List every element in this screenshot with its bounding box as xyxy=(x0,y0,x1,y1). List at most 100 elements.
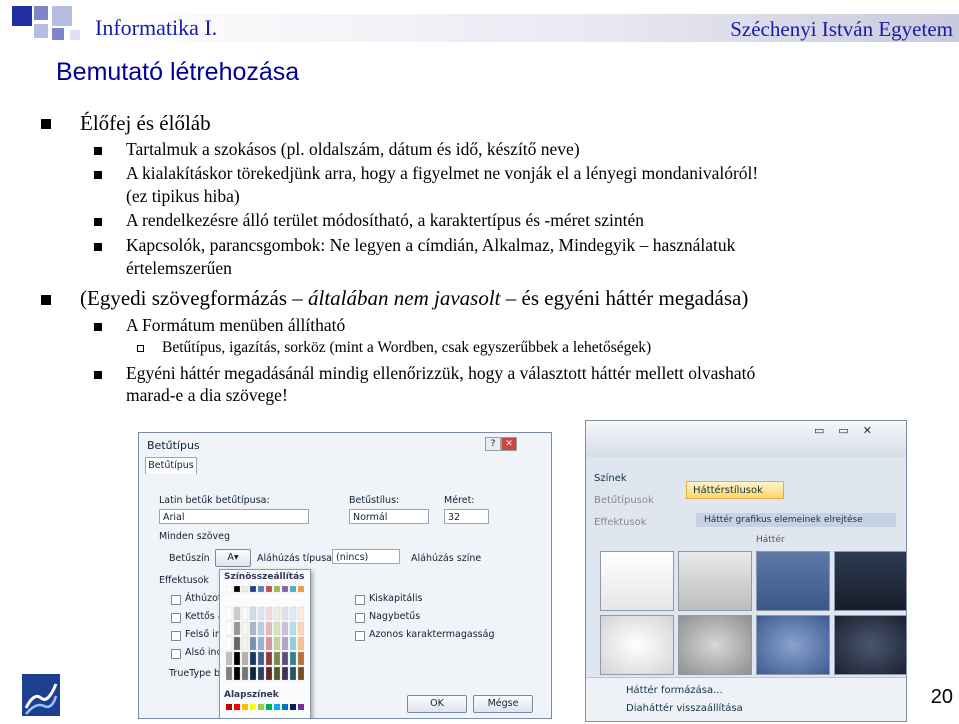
fonts-menu[interactable]: Betűtípusok xyxy=(594,495,654,506)
superscript-checkbox[interactable] xyxy=(171,631,181,641)
bg-style-tile[interactable] xyxy=(600,551,674,611)
bg-style-tile[interactable] xyxy=(678,615,752,675)
bullet-font-options: Betűtípus, igazítás, sorköz (mint a Word… xyxy=(162,339,652,356)
bullet-switches-cont: értelemszerűen xyxy=(126,258,232,278)
dialog-title: Betűtípus xyxy=(147,439,200,452)
font-style-label: Betűstílus: xyxy=(349,495,400,506)
bullet-design: A kialakításkor törekedjünk arra, hogy a… xyxy=(126,163,759,183)
color-swatch xyxy=(297,666,304,681)
color-swatch xyxy=(265,666,273,681)
effects-menu[interactable]: Effektusok xyxy=(594,517,647,528)
color-swatch xyxy=(297,651,304,666)
color-swatch xyxy=(257,586,265,593)
small-caps-checkbox[interactable] xyxy=(355,595,365,605)
size-input[interactable]: 32 xyxy=(444,509,489,524)
color-swatch xyxy=(297,606,304,621)
color-swatch xyxy=(241,606,249,621)
bullet-square-icon xyxy=(41,119,51,129)
bg-style-tile[interactable] xyxy=(600,615,674,675)
equalize-checkbox[interactable] xyxy=(355,631,365,641)
bullet-square-icon xyxy=(94,323,102,331)
color-palette: Színösszeállítás Alapszínek xyxy=(219,569,311,718)
bullet-background: Egyéni háttér megadásánál mindig ellenőr… xyxy=(126,363,756,383)
bg-style-tile[interactable] xyxy=(678,551,752,611)
window-controls[interactable]: ▭ ▭ ✕ xyxy=(814,424,872,437)
slide-title: Bemutató létrehozása xyxy=(56,58,300,86)
color-swatch xyxy=(281,586,289,593)
header-square-4 xyxy=(52,6,72,26)
format-background-item[interactable]: Háttér formázása... xyxy=(626,685,723,696)
standard-swatches[interactable] xyxy=(226,704,304,712)
effects-label: Effektusok xyxy=(159,575,209,586)
hide-graphics-option[interactable]: Háttér grafikus elemeinek elrejtése xyxy=(696,513,896,527)
color-swatch xyxy=(226,666,233,681)
all-text-label: Minden szöveg xyxy=(159,531,231,542)
bg-style-tile[interactable] xyxy=(756,551,830,611)
color-swatch xyxy=(289,621,297,636)
color-swatch xyxy=(265,621,273,636)
small-caps-label: Kiskapitális xyxy=(369,593,423,604)
all-caps-label: Nagybetűs xyxy=(369,611,421,622)
tab-font[interactable]: Betűtípus xyxy=(145,457,197,474)
bullet-square-icon xyxy=(41,295,51,305)
truetype-note: TrueType b xyxy=(169,668,221,679)
color-swatch xyxy=(289,636,297,651)
color-swatch xyxy=(241,666,249,681)
underline-style-input[interactable]: (nincs) xyxy=(332,549,400,564)
color-swatch xyxy=(249,651,257,666)
course-title: Informatika I. xyxy=(95,15,218,40)
bullet-background-cont: marad-e a dia szövege! xyxy=(126,385,288,405)
color-swatch xyxy=(273,636,281,651)
color-swatch xyxy=(281,606,289,621)
background-styles-button[interactable]: Háttérstílusok xyxy=(686,481,784,499)
color-swatch xyxy=(297,621,304,636)
color-swatch xyxy=(273,586,281,593)
header-square-6 xyxy=(70,30,80,40)
latin-font-label: Latin betűk betűtípusa: xyxy=(159,495,270,506)
ok-button[interactable]: OK xyxy=(407,695,467,713)
color-swatch xyxy=(281,636,289,651)
color-swatch xyxy=(257,636,265,651)
color-swatch xyxy=(289,666,297,681)
color-swatch xyxy=(241,636,249,651)
bg-style-tile[interactable] xyxy=(756,615,830,675)
strike-checkbox[interactable] xyxy=(171,595,181,605)
colors-menu[interactable]: Színek xyxy=(594,473,627,484)
bg-style-tile[interactable] xyxy=(834,615,906,675)
bg-style-tile[interactable] xyxy=(834,551,906,611)
help-icon[interactable]: ? xyxy=(485,437,501,451)
all-caps-checkbox[interactable] xyxy=(355,613,365,623)
bullet-square-icon xyxy=(94,147,102,155)
color-swatch xyxy=(241,586,249,593)
reset-background-item[interactable]: Diaháttér visszaállítása xyxy=(626,703,743,714)
color-swatch xyxy=(233,621,241,636)
color-swatch xyxy=(249,586,257,593)
bullet-content: Tartalmuk a szokásos (pl. oldalszám, dát… xyxy=(126,139,580,159)
theme-swatches[interactable] xyxy=(226,586,304,686)
color-swatch xyxy=(297,636,304,651)
subscript-checkbox[interactable] xyxy=(171,649,181,659)
double-strike-checkbox[interactable] xyxy=(171,613,181,623)
bullet-design-cont: (ez tipikus hiba) xyxy=(126,186,240,206)
latin-font-input[interactable]: Arial xyxy=(159,509,309,524)
close-icon[interactable]: ✕ xyxy=(501,437,517,451)
header-square-2 xyxy=(34,6,48,20)
color-swatch xyxy=(233,606,241,621)
cancel-button[interactable]: Mégse xyxy=(473,695,533,713)
color-swatch xyxy=(226,606,233,621)
gallery-section-label: Háttér xyxy=(756,535,785,545)
color-swatch xyxy=(257,651,265,666)
color-swatch xyxy=(289,586,297,593)
color-swatch xyxy=(233,651,241,666)
color-swatch xyxy=(257,621,265,636)
color-swatch xyxy=(226,621,233,636)
color-swatch xyxy=(273,606,281,621)
font-color-button[interactable]: A▾ xyxy=(215,549,251,567)
color-swatch xyxy=(249,636,257,651)
bullet-custom-format: (Egyedi szövegformázás – általában nem j… xyxy=(80,286,749,310)
bullet-square-outline-icon xyxy=(137,345,144,352)
underline-color-label: Aláhúzás színe xyxy=(411,553,482,564)
header-square-5 xyxy=(52,28,64,40)
color-swatch xyxy=(289,606,297,621)
font-style-input[interactable]: Normál xyxy=(349,509,429,524)
